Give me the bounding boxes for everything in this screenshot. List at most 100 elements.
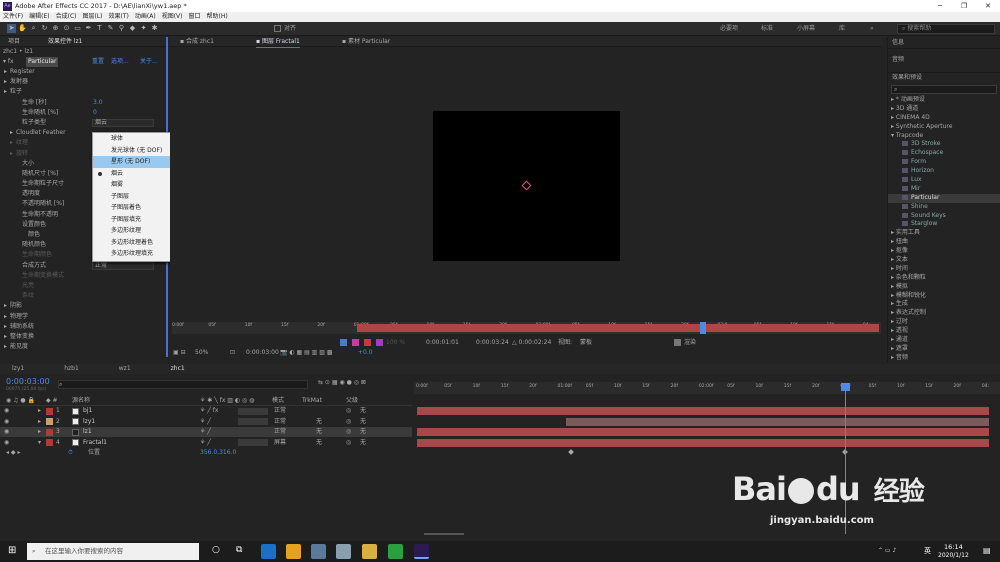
- marker-in-icon[interactable]: [340, 339, 347, 346]
- twirl-arrow-icon[interactable]: ▸: [4, 312, 7, 322]
- alpha-icon[interactable]: [364, 339, 371, 346]
- search-help-input[interactable]: ⌕ 搜索帮助: [897, 24, 995, 34]
- menu-edit[interactable]: 编辑(E): [26, 12, 52, 22]
- layer-duration-bar[interactable]: [417, 407, 989, 415]
- timeline-playhead-handle[interactable]: [841, 383, 850, 391]
- maximize-button[interactable]: ❐: [952, 0, 976, 12]
- effect-prop-row[interactable]: 阴影 ▸: [0, 301, 166, 311]
- layer-switch-icons[interactable]: ⚘ ╱: [200, 417, 211, 427]
- effect-prop-row[interactable]: 辅助系统 ▸: [0, 322, 166, 332]
- tab-layer[interactable]: ▪ 图层 Fractal1: [256, 37, 300, 48]
- twirl-arrow-icon[interactable]: ▸: [4, 77, 7, 87]
- twirl-arrow-icon[interactable]: ▸: [10, 138, 13, 148]
- effects-tree-item[interactable]: Echospace: [888, 149, 1000, 158]
- workspace-small-screen[interactable]: 小屏幕: [797, 22, 815, 36]
- twirl-arrow-icon[interactable]: ▸: [4, 332, 7, 342]
- keyframe-icon[interactable]: [568, 449, 574, 455]
- hand-tool-icon[interactable]: ✋: [18, 24, 27, 33]
- zoom-slider[interactable]: [424, 533, 464, 535]
- effect-prop-row[interactable]: Register ▸: [0, 67, 166, 77]
- effects-tree-item[interactable]: ▸ * 动画预设: [888, 96, 1000, 105]
- eraser-tool-icon[interactable]: ◆: [128, 24, 137, 33]
- layer-mode-select[interactable]: 正常: [274, 427, 286, 437]
- menu-view[interactable]: 视图(V): [159, 12, 186, 22]
- taskbar-search-input[interactable]: ⌕ 在这里输入你要搜索的内容: [27, 543, 199, 560]
- effects-search-input[interactable]: ⌕: [891, 85, 997, 94]
- effects-tree-item[interactable]: Sound Keys: [888, 212, 1000, 221]
- effect-prop-value[interactable]: 3.0: [93, 98, 103, 108]
- menu-animation[interactable]: 动画(A): [132, 12, 159, 22]
- position-value[interactable]: 356.0,316.0: [200, 448, 236, 458]
- effect-prop-row[interactable]: 光亮: [0, 281, 166, 291]
- layer-duration-bar[interactable]: [417, 438, 989, 447]
- effects-tree-item[interactable]: Particular: [888, 193, 1000, 203]
- timeline-timecode[interactable]: 0:00:03:00: [6, 377, 50, 386]
- expand-arrow-icon[interactable]: ▾: [38, 438, 41, 448]
- effects-tree-item[interactable]: Lux: [888, 176, 1000, 185]
- effects-tree-item[interactable]: ▸ 杂色和颗粒: [888, 274, 1000, 283]
- tab-timeline-zhc1[interactable]: zhc1: [159, 364, 191, 374]
- parent-pickwhip-icon[interactable]: ◎: [346, 406, 351, 416]
- effects-tree-item[interactable]: 3D Stroke: [888, 140, 1000, 149]
- file-explorer-icon[interactable]: [362, 544, 377, 559]
- tab-timeline-lzy1[interactable]: lzy1: [0, 364, 30, 374]
- layer-switch-icons[interactable]: ⚘ ╱: [200, 438, 211, 448]
- effect-prop-select[interactable]: 正常: [92, 261, 154, 270]
- align-checkbox[interactable]: [274, 25, 281, 32]
- menu-composition[interactable]: 合成(C): [53, 12, 80, 22]
- effect-name[interactable]: Particular: [26, 57, 59, 67]
- effect-prop-row[interactable]: 粒子类型 烟云: [0, 118, 166, 128]
- pan-behind-tool-icon[interactable]: ⊙: [62, 24, 71, 33]
- expand-arrow-icon[interactable]: ▸: [38, 427, 41, 437]
- expand-arrow-icon[interactable]: ▸: [38, 417, 41, 427]
- effects-tree-item[interactable]: ▸ 遮罩: [888, 345, 1000, 354]
- keyframe-nav-icon[interactable]: ◂ ◆ ▸: [6, 448, 20, 458]
- notification-icon[interactable]: ▤: [983, 546, 991, 555]
- camera-tool-icon[interactable]: ⊕: [51, 24, 60, 33]
- layer-switch-icons[interactable]: ⚘ ╱: [200, 427, 211, 437]
- selection-tool-icon[interactable]: ➤: [7, 24, 16, 33]
- timeline-layer-row[interactable]: ◉ ▾ 4 Fractal1 ⚘ ╱ 屏幕 无 ◎ 无: [0, 438, 412, 448]
- viewer-timecode[interactable]: 0:00:03:00: [246, 348, 279, 358]
- rectangle-tool-icon[interactable]: ▭: [73, 24, 82, 33]
- timeline-switches-icons[interactable]: ⇆ ⊙ ▦ ◉ ● ◎ ⊠: [318, 379, 366, 386]
- parent-pickwhip-icon[interactable]: ◎: [346, 427, 351, 437]
- workspace-more[interactable]: »: [870, 22, 874, 36]
- col-source-name[interactable]: 源名称: [72, 396, 90, 406]
- type-tool-icon[interactable]: T: [95, 24, 104, 33]
- expand-arrow-icon[interactable]: ▸: [38, 406, 41, 416]
- layer-duration-bar[interactable]: [565, 417, 989, 426]
- layer-label-color[interactable]: [46, 407, 53, 415]
- cortana-icon[interactable]: ○: [212, 545, 220, 555]
- clock-time[interactable]: 16:14: [944, 543, 963, 551]
- region-icon[interactable]: ⊡: [230, 348, 235, 358]
- layer-name[interactable]: lzy1: [83, 417, 95, 427]
- layer-parent-select[interactable]: 无: [360, 406, 366, 416]
- magnify-icon[interactable]: ▣ ⊟: [173, 348, 186, 358]
- puppet-tool-icon[interactable]: ✱: [150, 24, 159, 33]
- effects-tree-item[interactable]: ▸ 实用工具: [888, 229, 1000, 238]
- effect-prop-row[interactable]: 条纹: [0, 291, 166, 301]
- rotate-tool-icon[interactable]: ↻: [40, 24, 49, 33]
- workspace-standard[interactable]: 标准: [761, 22, 773, 36]
- twirl-arrow-icon[interactable]: ▸: [10, 128, 13, 138]
- visibility-eye-icon[interactable]: ◉: [4, 427, 9, 437]
- effect-about-link[interactable]: 关于...: [140, 57, 158, 67]
- parent-pickwhip-icon[interactable]: ◎: [346, 417, 351, 427]
- effect-prop-row[interactable]: 物理学 ▸: [0, 312, 166, 322]
- effects-tree-item[interactable]: Shine: [888, 203, 1000, 212]
- info-section[interactable]: 信息: [888, 37, 1000, 49]
- effect-prop-row[interactable]: 发射器 ▸: [0, 77, 166, 87]
- layer-switch-icons[interactable]: ⚘ ╱ fx: [200, 406, 218, 416]
- layer-name[interactable]: lz1: [83, 427, 92, 437]
- layer-trkmat-select[interactable]: 无: [316, 427, 322, 437]
- marker-out-icon[interactable]: [352, 339, 359, 346]
- layer-mode-select[interactable]: 正常: [274, 406, 286, 416]
- effects-tree-item[interactable]: ▸ Synthetic Aperture: [888, 123, 1000, 132]
- effect-prop-row[interactable]: 能见度 ▸: [0, 342, 166, 352]
- effects-tree-item[interactable]: ▸ 音频: [888, 354, 1000, 363]
- timeline-layer-row[interactable]: ◉ ▸ 2 lzy1 ⚘ ╱ 正常 无 ◎ 无: [0, 417, 412, 427]
- clone-tool-icon[interactable]: ⚲: [117, 24, 126, 33]
- layer-label-color[interactable]: [46, 428, 53, 436]
- wechat-icon[interactable]: [388, 544, 403, 559]
